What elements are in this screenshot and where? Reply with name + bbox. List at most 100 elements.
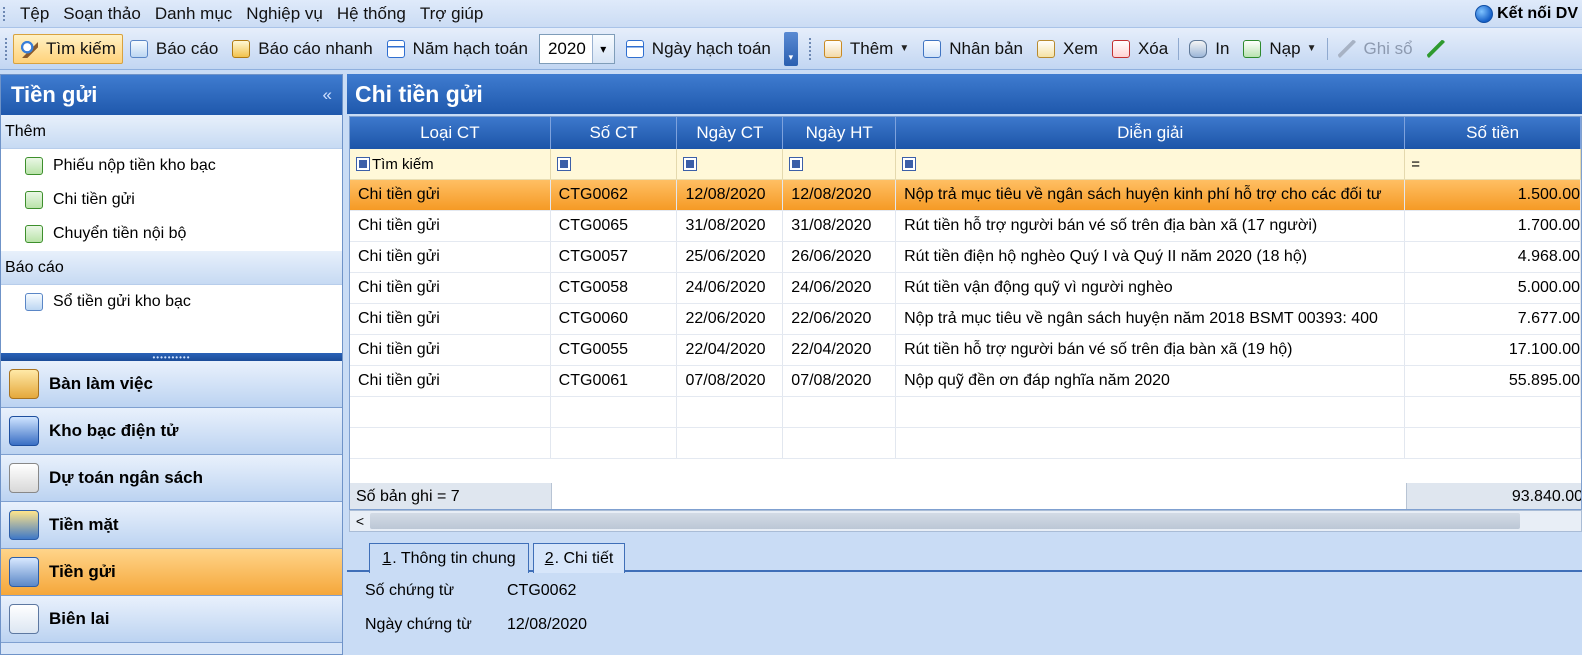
table-row[interactable]: Chi tiền gửi CTG0062 12/08/2020 12/08/2020 N…	[350, 180, 1581, 211]
column-header[interactable]: Số CT	[551, 117, 678, 149]
total-amount: 93.840.00	[1511, 488, 1582, 505]
add-document-icon	[25, 225, 43, 243]
pencil-icon	[1337, 39, 1356, 58]
connect-service-link[interactable]: Kết nối DV	[1475, 4, 1582, 23]
column-header[interactable]: Số tiền	[1405, 117, 1581, 149]
globe-icon	[1475, 4, 1494, 23]
add-document-icon	[25, 191, 43, 209]
toolbar-overflow-button[interactable]: ▾	[783, 31, 798, 66]
sidebar-item-treasury-ledger[interactable]: Sổ tiền gửi kho bạc	[1, 285, 342, 319]
filter-cell[interactable]	[896, 149, 1406, 179]
add-button[interactable]: Thêm ▼	[817, 34, 916, 64]
voucher-grid: Loại CT Số CT Ngày CT Ngày HT Diễn giải …	[349, 116, 1582, 510]
toolbar-grip	[808, 37, 813, 60]
sidebar-item-internal-transfer[interactable]: Chuyển tiền nội bộ	[1, 217, 342, 251]
filter-cell[interactable]	[783, 149, 897, 179]
sidebar-splitter[interactable]: ••••••••••	[1, 353, 342, 362]
detail-row-doc-no: Số chứng từ CTG0062	[347, 574, 1582, 608]
doc-no-label: Số chứng từ	[365, 582, 455, 599]
load-button[interactable]: Nạp ▼	[1236, 34, 1323, 64]
menu-help[interactable]: Trợ giúp	[413, 4, 490, 24]
doc-no-value: CTG0062	[507, 582, 577, 599]
delete-icon	[1111, 39, 1130, 58]
duplicate-icon	[923, 39, 942, 58]
filter-icon[interactable]	[902, 157, 917, 171]
budget-icon	[9, 463, 39, 493]
sidebar-header: Tiền gửi «	[1, 75, 342, 115]
filter-cell[interactable]	[551, 149, 678, 179]
menu-edit[interactable]: Soạn thảo	[56, 4, 148, 24]
nav-deposit[interactable]: Tiền gửi	[1, 549, 342, 596]
nav-workspace[interactable]: Bàn làm việc	[1, 361, 342, 408]
detail-panel: Số chứng từ CTG0062 Ngày chứng từ 12/08/…	[347, 574, 1582, 655]
empty-row	[350, 397, 1581, 428]
column-header[interactable]: Ngày CT	[677, 117, 784, 149]
detail-row-doc-date: Ngày chứng từ 12/08/2020	[347, 608, 1582, 642]
main-panel: Chi tiền gửi Loại CT Số CT Ngày CT Ngày …	[347, 74, 1582, 655]
table-row[interactable]: Chi tiền gửi CTG0057 25/06/2020 26/06/2020 R…	[350, 242, 1581, 273]
load-icon	[1243, 39, 1262, 58]
sidebar-item-treasury-deposit[interactable]: Phiếu nộp tiền kho bạc	[1, 149, 342, 183]
report-icon	[25, 293, 43, 311]
table-row[interactable]: Chi tiền gửi CTG0065 31/08/2020 31/08/2020 R…	[350, 211, 1581, 242]
grid-footer: Số bản ghi = 7 93.840.00	[350, 483, 1582, 509]
nav-e-treasury[interactable]: Kho bạc điện tử	[1, 408, 342, 455]
delete-button[interactable]: Xóa	[1105, 34, 1175, 64]
tab-general-info[interactable]: 1. Thông tin chung	[369, 543, 529, 573]
filter-cell[interactable]: Tìm kiếm	[350, 149, 551, 179]
column-header[interactable]: Diễn giải	[896, 117, 1406, 149]
table-row[interactable]: Chi tiền gửi CTG0058 24/06/2020 24/06/2020 R…	[350, 273, 1581, 304]
nav-cash[interactable]: Tiền mặt	[1, 502, 342, 549]
sidebar-report-list: Sổ tiền gửi kho bạc	[1, 285, 342, 321]
report-icon	[129, 39, 148, 58]
chevron-down-icon[interactable]: ▾	[591, 34, 614, 63]
toolbar-separator	[1178, 37, 1180, 60]
filter-cell[interactable]: =	[1405, 149, 1581, 179]
record-count: Số bản ghi = 7	[356, 488, 460, 505]
report-button[interactable]: Báo cáo	[123, 34, 225, 64]
table-row[interactable]: Chi tiền gửi CTG0060 22/06/2020 22/06/2020 N…	[350, 304, 1581, 335]
table-row[interactable]: Chi tiền gửi CTG0061 07/08/2020 07/08/2020 N…	[350, 366, 1581, 397]
filter-cell[interactable]	[677, 149, 784, 179]
unpost-button[interactable]	[1420, 34, 1460, 64]
print-button[interactable]: In	[1182, 34, 1236, 64]
menu-catalog[interactable]: Danh mục	[148, 4, 239, 24]
quick-report-icon	[232, 39, 251, 58]
equals-operator[interactable]: =	[1411, 156, 1420, 173]
toolbar-group-left: Tìm kiếm Báo cáo Báo cáo nhanh Năm hạch …	[0, 31, 804, 67]
add-document-icon	[25, 157, 43, 175]
horizontal-scrollbar[interactable]: <	[349, 510, 1582, 532]
tab-details[interactable]: 2. Chi tiết	[533, 543, 625, 573]
toolbar: Tìm kiếm Báo cáo Báo cáo nhanh Năm hạch …	[0, 28, 1582, 70]
add-document-icon	[823, 39, 842, 58]
view-icon	[1037, 39, 1055, 58]
posting-date-button[interactable]: Ngày hạch toán	[619, 34, 778, 64]
fiscal-year-select[interactable]: 2020 ▾	[538, 33, 615, 64]
collapse-icon[interactable]: «	[323, 85, 332, 105]
scroll-thumb[interactable]	[370, 513, 1520, 529]
toolbar-separator	[1326, 37, 1328, 60]
menu-operations[interactable]: Nghiệp vụ	[239, 4, 330, 24]
view-button[interactable]: Xem	[1030, 34, 1105, 64]
scroll-left-icon[interactable]: <	[350, 513, 370, 529]
sidebar: Tiền gửi « Thêm Phiếu nộp tiền kho bạc C…	[0, 74, 343, 655]
toolbar-grip	[5, 37, 9, 60]
filter-icon[interactable]	[556, 157, 571, 171]
menu-file[interactable]: Tệp	[13, 4, 56, 24]
menu-system[interactable]: Hệ thống	[330, 4, 413, 24]
search-button[interactable]: Tìm kiếm	[13, 33, 123, 64]
column-header[interactable]: Loại CT	[350, 117, 551, 149]
table-row[interactable]: Chi tiền gửi CTG0055 22/04/2020 22/04/2020 R…	[350, 335, 1581, 366]
filter-icon[interactable]	[683, 157, 698, 171]
menu-grip	[3, 6, 7, 21]
column-header[interactable]: Ngày HT	[783, 117, 897, 149]
sidebar-item-deposit-payment[interactable]: Chi tiền gửi	[1, 183, 342, 217]
nav-budget-estimate[interactable]: Dự toán ngân sách	[1, 455, 342, 502]
nav-receipt[interactable]: Biên lai	[1, 596, 342, 643]
quick-report-button[interactable]: Báo cáo nhanh	[225, 34, 379, 64]
post-button[interactable]: Ghi sổ	[1331, 34, 1420, 64]
filter-icon[interactable]	[789, 157, 804, 171]
filter-icon[interactable]	[356, 157, 370, 171]
duplicate-button[interactable]: Nhân bản	[916, 34, 1030, 64]
fiscal-year-label: Năm hạch toán	[380, 34, 535, 64]
